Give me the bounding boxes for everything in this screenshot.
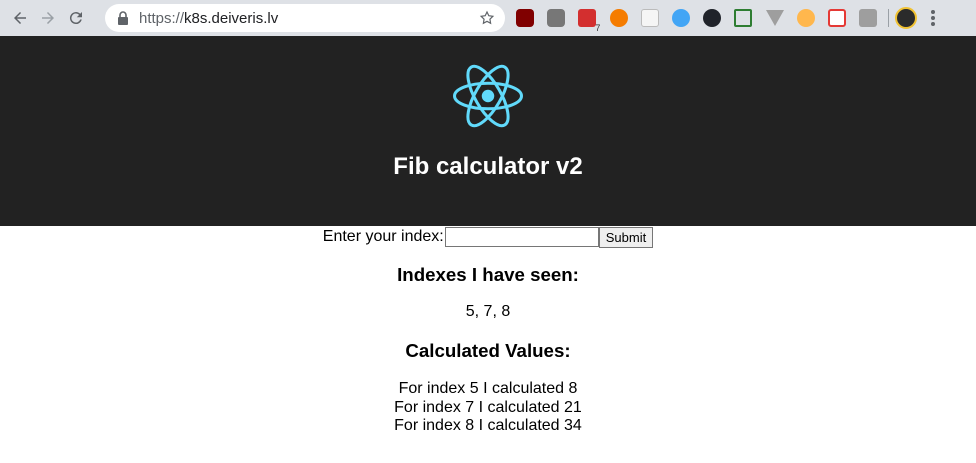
code-extension-icon[interactable] bbox=[734, 9, 753, 27]
calculated-value-item: For index 7 I calculated 21 bbox=[394, 398, 582, 416]
vue-extension-icon[interactable] bbox=[765, 10, 784, 26]
lock-icon bbox=[118, 11, 128, 25]
back-arrow-icon bbox=[14, 12, 26, 24]
extensions-bar: 7 bbox=[516, 6, 936, 33]
reload-icon bbox=[69, 12, 82, 25]
index-input[interactable] bbox=[444, 227, 599, 247]
app-header: Fib calculator v2 bbox=[0, 36, 976, 226]
camera-extension-icon[interactable] bbox=[547, 9, 566, 27]
notes-extension-icon[interactable]: 7 bbox=[578, 9, 600, 33]
basketball-extension-icon[interactable] bbox=[609, 9, 628, 27]
address-bar[interactable]: https://k8s.deiveris.lv bbox=[105, 4, 505, 32]
url-text: https://k8s.deiveris.lv bbox=[139, 9, 279, 27]
calculated-value-item: For index 5 I calculated 8 bbox=[398, 380, 578, 397]
browser-toolbar: https://k8s.deiveris.lv 7 bbox=[0, 0, 976, 36]
arrow-extension-icon[interactable] bbox=[859, 9, 878, 27]
compass-extension-icon[interactable] bbox=[671, 9, 690, 27]
calendar-extension-icon[interactable] bbox=[827, 9, 846, 27]
reload-button[interactable] bbox=[62, 4, 90, 32]
calculated-value-item: For index 8 I calculated 34 bbox=[394, 417, 582, 434]
seen-heading: Indexes I have seen: bbox=[397, 264, 579, 285]
chrome-menu-icon[interactable] bbox=[931, 10, 936, 26]
back-button[interactable] bbox=[6, 4, 34, 32]
main-content: Enter your index: Submit Indexes I have … bbox=[0, 226, 976, 436]
forward-arrow-icon bbox=[42, 12, 54, 24]
face-extension-icon[interactable] bbox=[796, 9, 815, 27]
toolbar-separator bbox=[888, 9, 890, 27]
calculated-values-list: For index 5 I calculated 8 For index 7 I… bbox=[0, 380, 976, 436]
seen-indexes: 5, 7, 8 bbox=[465, 303, 511, 320]
page-extension-icon[interactable] bbox=[640, 9, 659, 27]
calculated-heading: Calculated Values: bbox=[405, 340, 571, 361]
bookmark-star-icon[interactable] bbox=[479, 10, 495, 26]
index-form: Enter your index: Submit bbox=[0, 226, 976, 248]
submit-button[interactable]: Submit bbox=[598, 226, 654, 248]
react-devtools-extension-icon[interactable] bbox=[703, 9, 722, 27]
react-logo-icon bbox=[453, 64, 523, 128]
extension-badge: 7 bbox=[595, 23, 601, 33]
index-label: Enter your index: bbox=[322, 228, 444, 245]
app-title: Fib calculator v2 bbox=[393, 153, 583, 180]
ublock-extension-icon[interactable] bbox=[516, 9, 534, 27]
profile-avatar[interactable] bbox=[895, 7, 918, 29]
forward-button[interactable] bbox=[34, 4, 62, 32]
